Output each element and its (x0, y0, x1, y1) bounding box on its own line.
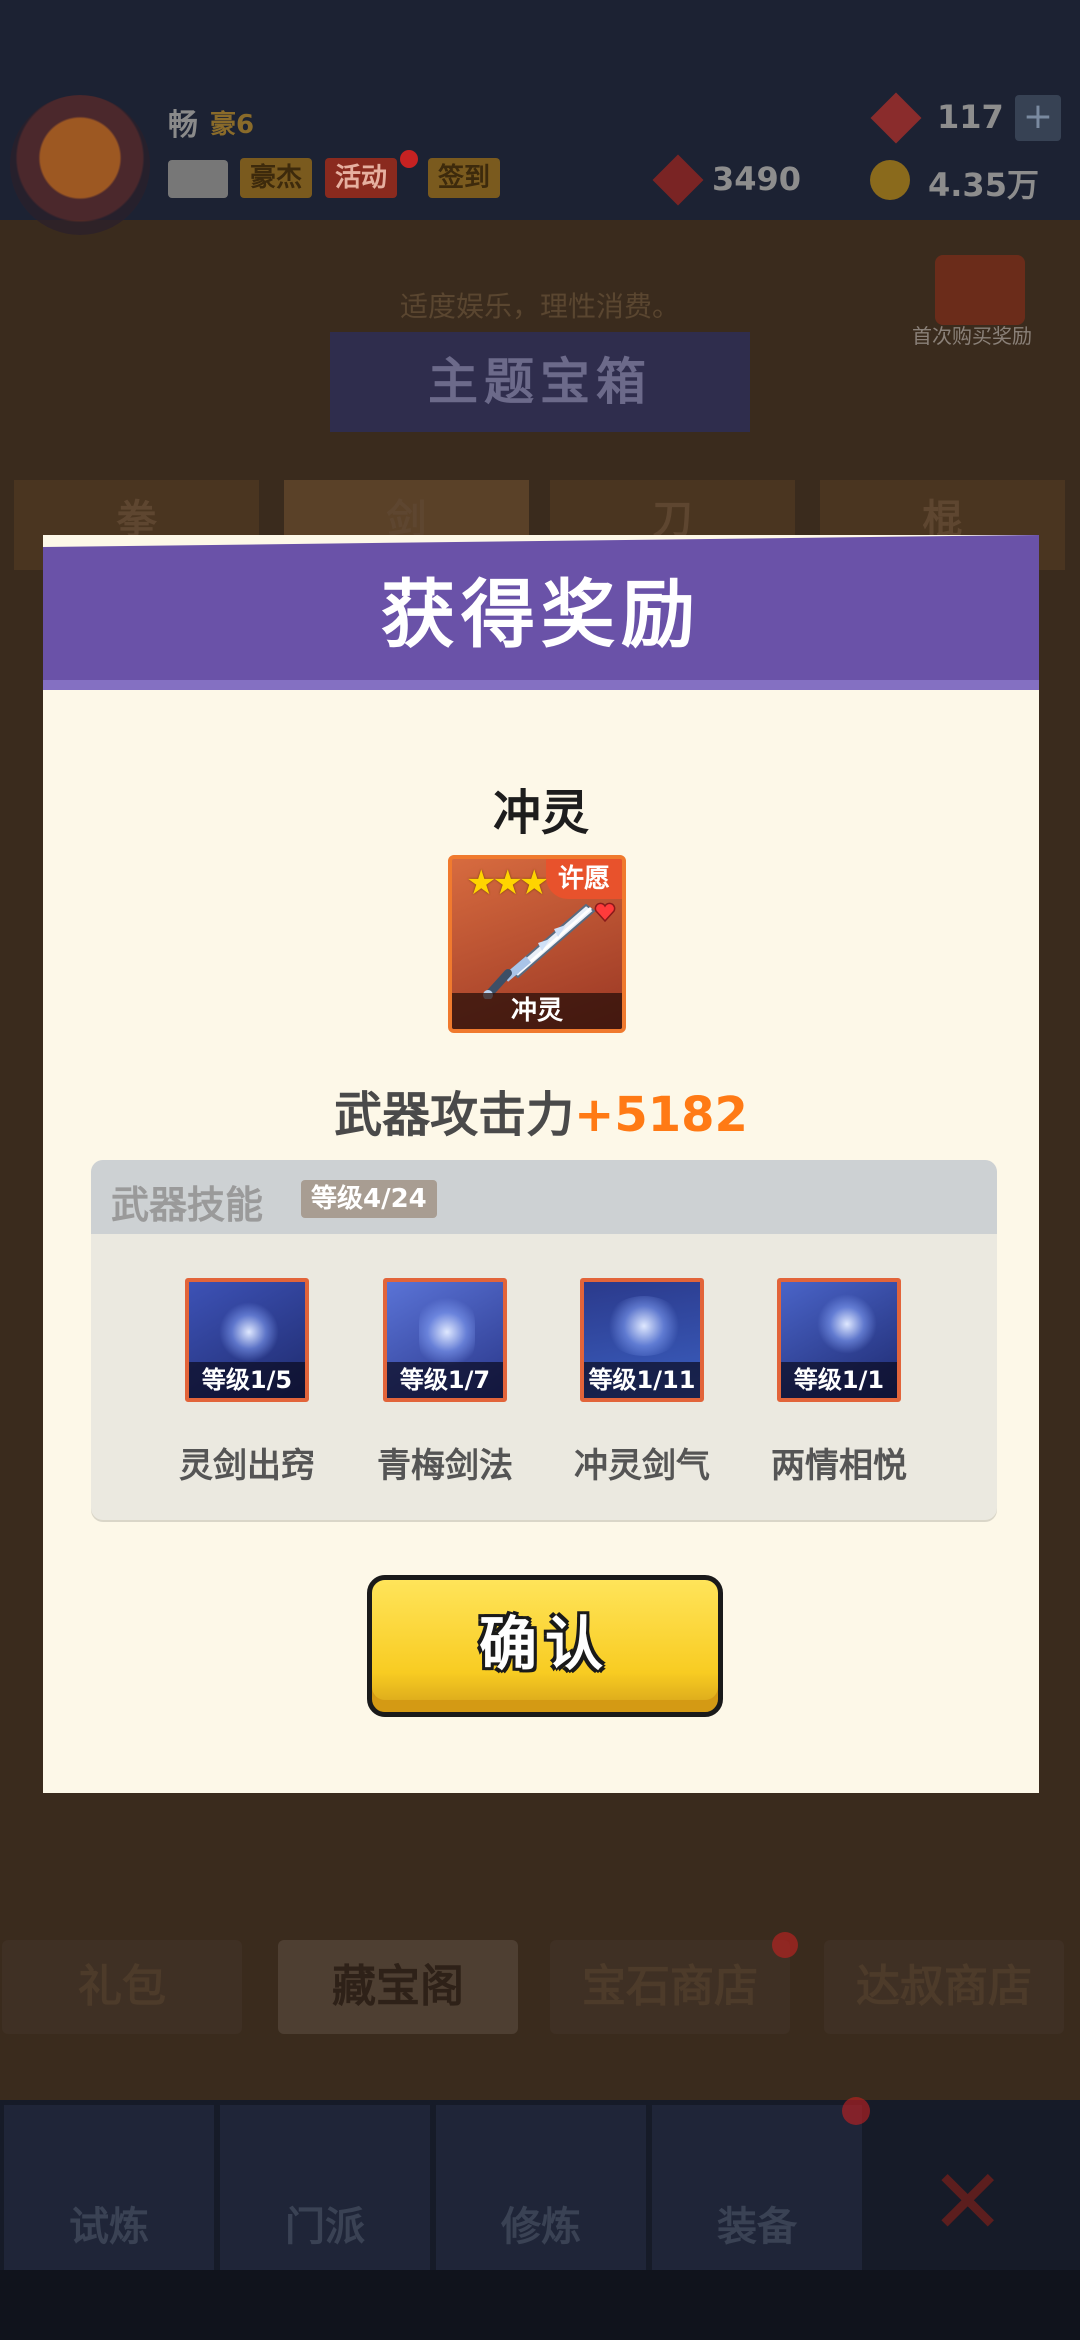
rarity-stars: ★★★ (466, 863, 549, 903)
confirm-button[interactable]: 确认 (367, 1575, 723, 1717)
confirm-button-label: 确认 (478, 1610, 611, 1678)
weapon-skills-panel: 武器技能 等级4/24 等级1/5 灵剑出窍 等级1/7 青梅剑法 等级1/11… (91, 1160, 997, 1520)
first-buy-reward-label: 首次购买奖励 (912, 324, 1032, 348)
skill-level: 等级1/11 (584, 1362, 700, 1398)
coin-icon (870, 160, 910, 200)
nav-sect-label: 门派 (285, 2204, 365, 2250)
nav-sect[interactable]: 门派 (220, 2105, 430, 2270)
shop-tab-dashu-store[interactable]: 达叔商店 (824, 1940, 1064, 2034)
events-chip[interactable]: 活动 (325, 158, 398, 198)
weapon-attack-value: +5182 (574, 1087, 748, 1143)
weapon-attack-line: 武器攻击力+5182 (43, 1075, 1039, 1145)
nav-trial-label: 试炼 (69, 2204, 149, 2250)
nav-trial[interactable]: 试炼 (4, 2105, 214, 2270)
weapon-attack-label: 武器攻击力 (334, 1087, 575, 1143)
events-notification-dot (400, 150, 418, 168)
dialog-title: 获得奖励 (381, 572, 701, 658)
reward-item-card[interactable]: ★★★ 许愿 冲灵 (448, 855, 626, 1033)
skill-mutual-love-icon: 等级1/1 (777, 1278, 901, 1402)
healthy-gaming-notice: 适度娱乐，理性消费。 (399, 290, 680, 323)
skill-level: 等级1/1 (781, 1362, 897, 1398)
skill-swordswoman-icon: 等级1/7 (383, 1278, 507, 1402)
top-status-bar (0, 0, 1080, 220)
reward-item-card-label: 冲灵 (452, 993, 622, 1029)
chest-icon[interactable] (935, 255, 1025, 325)
heroes-chip[interactable]: 豪杰 (240, 158, 313, 198)
nav-cultivation[interactable]: 修炼 (436, 2105, 646, 2270)
gem-count: 117 (937, 98, 1004, 136)
skill-name: 灵剑出窍 (179, 1446, 315, 1486)
skill-name: 青梅剑法 (377, 1446, 513, 1486)
skill-name: 两情相悦 (771, 1446, 907, 1486)
shop-tab-gift[interactable]: 礼包 (2, 1940, 242, 2034)
equipment-notification-dot (842, 2097, 870, 2125)
weapon-skills-title: 武器技能 (111, 1183, 264, 1227)
reward-dialog: 获得奖励 冲灵 ★★★ 许愿 冲灵 武器攻击力+5182 武器技能 等级4/24 (43, 535, 1039, 1793)
skill-name: 冲灵剑气 (574, 1446, 710, 1486)
skill-sword-spirit-icon: 等级1/5 (185, 1278, 309, 1402)
skill-level: 等级1/5 (189, 1362, 305, 1398)
player-avatar[interactable] (10, 95, 150, 235)
reward-item-name: 冲灵 (492, 785, 589, 841)
weapon-skills-header: 武器技能 等级4/24 (91, 1160, 997, 1234)
close-x-icon[interactable]: ✕ (930, 2150, 1005, 2255)
vip-level: 豪6 (210, 110, 255, 140)
nav-cultivation-label: 修炼 (501, 2204, 581, 2250)
skill-sword-aura-icon: 等级1/11 (580, 1278, 704, 1402)
system-nav-strip (0, 2270, 1080, 2340)
coin-count: 4.35万 (928, 166, 1039, 204)
gem-store-notification-dot (772, 1932, 798, 1958)
shop-tab-treasure[interactable]: 藏宝阁 (278, 1940, 518, 2034)
nav-equipment[interactable]: 装备 (652, 2105, 862, 2270)
nav-equipment-label: 装备 (717, 2204, 797, 2250)
player-name: 畅 (168, 108, 198, 143)
mail-icon[interactable] (168, 160, 228, 198)
heart-icon (594, 902, 616, 923)
wish-badge: 许愿 (546, 859, 622, 899)
add-gems-button[interactable]: + (1015, 95, 1061, 141)
theme-chest-banner: 主题宝箱 (330, 332, 750, 432)
shop-tab-gem-store[interactable]: 宝石商店 (550, 1940, 790, 2034)
weapon-skills-level-badge: 等级4/24 (301, 1180, 437, 1218)
checkin-chip[interactable]: 签到 (428, 158, 501, 198)
token-count: 3490 (712, 160, 802, 198)
skill-level: 等级1/7 (387, 1362, 503, 1398)
sword-icon (483, 903, 596, 999)
